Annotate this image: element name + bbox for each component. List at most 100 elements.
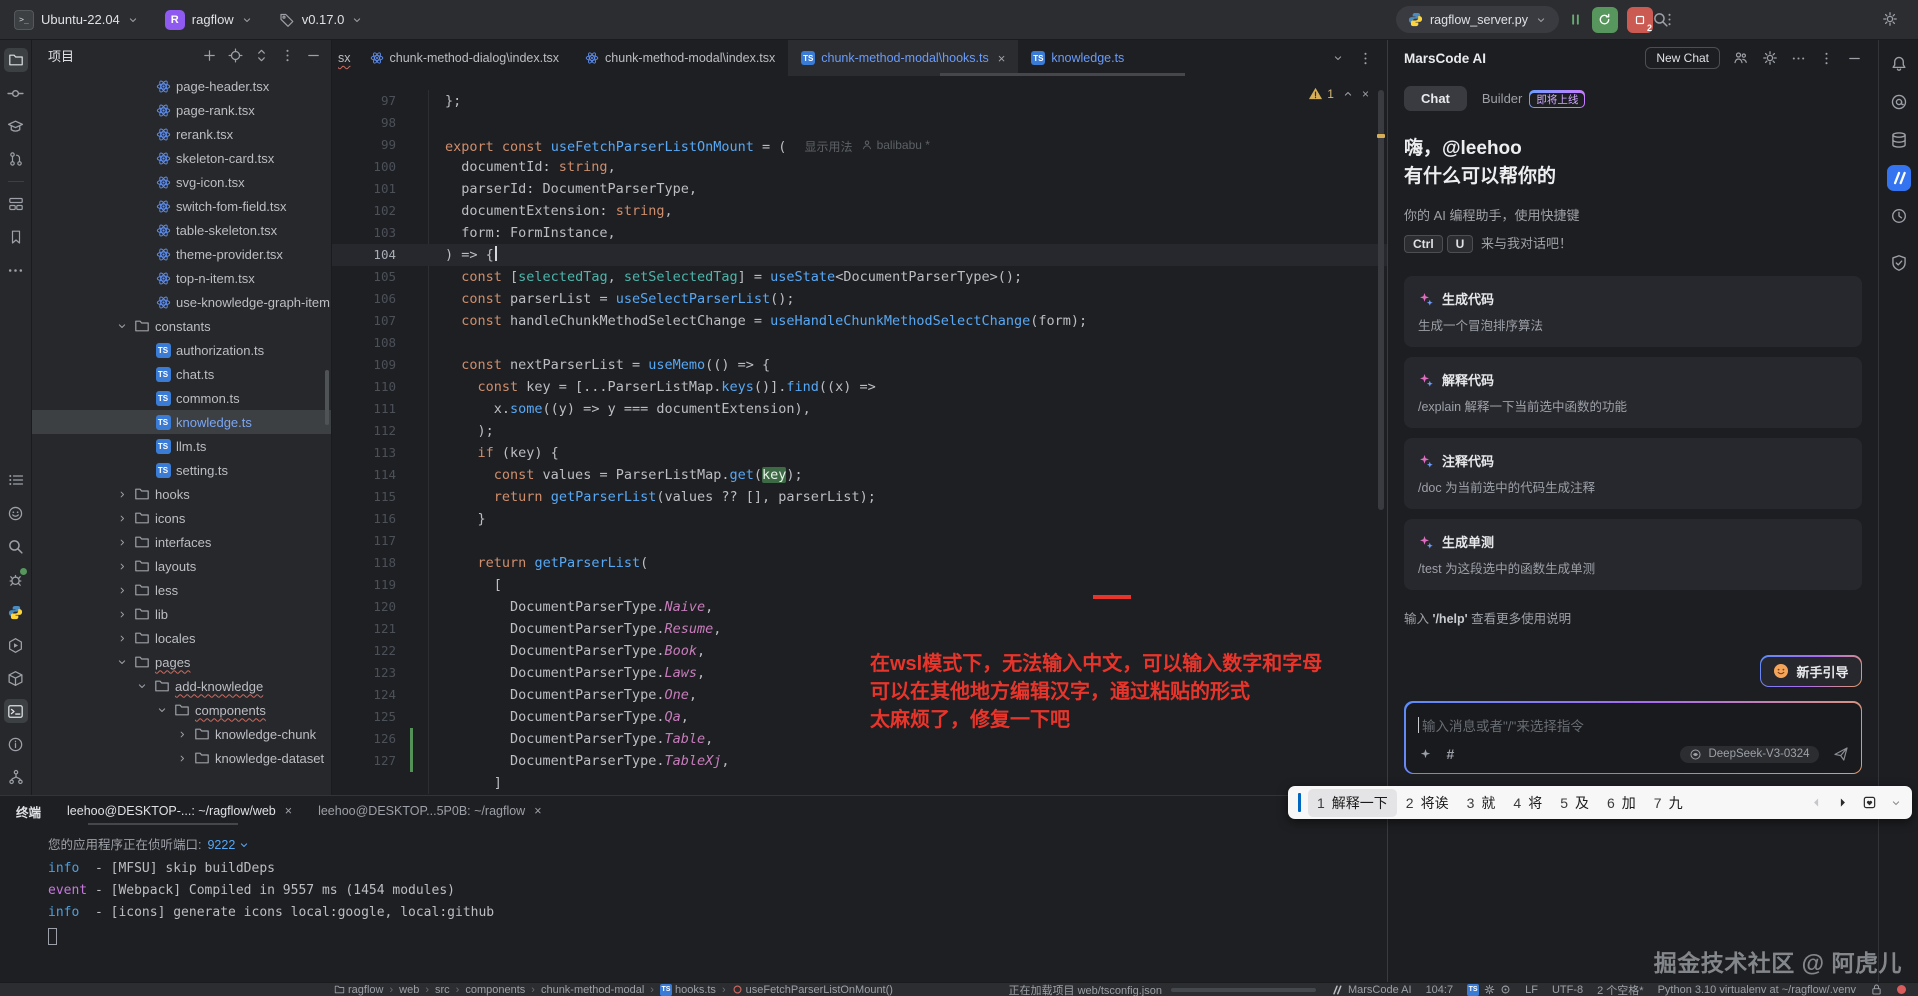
- pause-icon[interactable]: [1568, 12, 1583, 27]
- code-line[interactable]: 105 const [selectedTag, setSelectedTag] …: [332, 266, 1387, 288]
- ime-candidate-7[interactable]: 7九: [1645, 789, 1692, 817]
- project-folder-icon[interactable]: [4, 48, 28, 72]
- terminal-output[interactable]: 您的应用程序正在侦听端口: 9222 info - [MFSU] skip bu…: [0, 826, 1387, 945]
- tree-item-locales[interactable]: locales: [32, 626, 331, 650]
- gear-icon[interactable]: [1882, 11, 1898, 27]
- tree-item-table-skeletontsx[interactable]: table-skeleton.tsx: [32, 218, 331, 242]
- tree-toggle-icon[interactable]: [115, 537, 129, 548]
- pull-requests-icon[interactable]: [4, 147, 28, 171]
- services-icon[interactable]: [4, 633, 28, 657]
- tree-toggle-icon[interactable]: [175, 729, 189, 740]
- ai-suggestion-card-1[interactable]: 解释代码/explain 解释一下当前选中函数的功能: [1404, 357, 1862, 428]
- tree-toggle-icon[interactable]: [115, 513, 129, 524]
- terminal-icon[interactable]: [4, 699, 28, 723]
- tree-toggle-icon[interactable]: [135, 680, 149, 692]
- database-icon[interactable]: [1887, 128, 1911, 152]
- tab-chat[interactable]: Chat: [1404, 86, 1467, 111]
- code-line[interactable]: 119 [: [332, 574, 1387, 596]
- tab-scrollbar[interactable]: [940, 73, 1185, 76]
- search-icon[interactable]: [4, 534, 28, 558]
- ime-next-icon[interactable]: [1836, 796, 1849, 809]
- commands-icon[interactable]: [1418, 747, 1433, 762]
- panel-options-icon[interactable]: [280, 48, 295, 63]
- code-line[interactable]: 100 documentId: string,: [332, 156, 1387, 178]
- tree-toggle-icon[interactable]: [115, 633, 129, 644]
- bookmarks-icon[interactable]: [4, 225, 28, 249]
- code-line[interactable]: ]: [332, 772, 1387, 794]
- code-line[interactable]: 103 form: FormInstance,: [332, 222, 1387, 244]
- search-icon[interactable]: [1652, 11, 1669, 28]
- tree-item-constants[interactable]: constants: [32, 314, 331, 338]
- code-line[interactable]: 116 }: [332, 508, 1387, 530]
- learn-icon[interactable]: [4, 114, 28, 138]
- tab-options-icon[interactable]: [1358, 51, 1373, 66]
- ime-clipboard-icon[interactable]: [1862, 795, 1877, 810]
- problems-icon[interactable]: [4, 732, 28, 756]
- code-line[interactable]: 117: [332, 530, 1387, 552]
- code-line[interactable]: 120 DocumentParserType.Naive,: [332, 596, 1387, 618]
- editor-tab[interactable]: sx: [332, 40, 357, 76]
- code-line[interactable]: 98: [332, 112, 1387, 134]
- commit-icon[interactable]: [4, 81, 28, 105]
- tree-scrollbar[interactable]: [325, 370, 329, 425]
- code-line[interactable]: 104) => {: [332, 244, 1387, 266]
- editor-tab[interactable]: TSchunk-method-modal\hooks.ts×: [788, 40, 1018, 76]
- code-line[interactable]: 106 const parserList = useSelectParserLi…: [332, 288, 1387, 310]
- tree-item-authorizationts[interactable]: TSauthorization.ts: [32, 338, 331, 362]
- ai-suggestion-card-2[interactable]: 注释代码/doc 为当前选中的代码生成注释: [1404, 438, 1862, 509]
- editor-tab[interactable]: chunk-method-modal\index.tsx: [572, 40, 788, 76]
- breadcrumb-item[interactable]: useFetchParserListOnMount(): [732, 984, 893, 996]
- rerun-button[interactable]: [1592, 7, 1618, 33]
- tree-item-page-ranktsx[interactable]: page-rank.tsx: [32, 98, 331, 122]
- tree-item-page-headertsx[interactable]: page-header.tsx: [32, 74, 331, 98]
- tree-item-skeleton-cardtsx[interactable]: skeleton-card.tsx: [32, 146, 331, 170]
- tree-item-interfaces[interactable]: interfaces: [32, 530, 331, 554]
- lock-icon[interactable]: [1870, 983, 1883, 996]
- tree-toggle-icon[interactable]: [115, 561, 129, 572]
- close-icon[interactable]: ×: [998, 51, 1006, 66]
- chevron-down-icon[interactable]: [1890, 797, 1902, 809]
- code-line[interactable]: 114 const values = ParserListMap.get(key…: [332, 464, 1387, 486]
- dependencies-icon[interactable]: [4, 666, 28, 690]
- structure-icon[interactable]: [4, 192, 28, 216]
- more-horizontal-icon[interactable]: [1791, 51, 1806, 66]
- marscode-icon[interactable]: [1887, 166, 1911, 190]
- tab-list-dropdown-icon[interactable]: [1332, 52, 1344, 64]
- ime-candidate-4[interactable]: 4将: [1504, 789, 1551, 817]
- indent-style[interactable]: 2 个空格*: [1597, 982, 1643, 996]
- tree-item-knowledge-chunk[interactable]: knowledge-chunk: [32, 722, 331, 746]
- ime-prev-icon[interactable]: [1810, 796, 1823, 809]
- dependency-checker-icon[interactable]: [1887, 251, 1911, 275]
- ime-candidate-6[interactable]: 6加: [1598, 789, 1645, 817]
- code-line[interactable]: 99export const useFetchParserListOnMount…: [332, 134, 1387, 156]
- code-line[interactable]: 112 );: [332, 420, 1387, 442]
- history-icon[interactable]: [1887, 204, 1911, 228]
- marscode-status[interactable]: MarsCode AI: [1331, 984, 1412, 996]
- kebab-icon[interactable]: [1819, 51, 1834, 66]
- code-line[interactable]: 102 documentExtension: string,: [332, 200, 1387, 222]
- breadcrumb-item[interactable]: TShooks.ts: [660, 984, 716, 996]
- tree-toggle-icon[interactable]: [115, 585, 129, 596]
- tree-item-theme-providertsx[interactable]: theme-provider.tsx: [32, 242, 331, 266]
- file-encoding[interactable]: UTF-8: [1552, 984, 1583, 996]
- tree-toggle-icon[interactable]: [115, 656, 129, 668]
- plugin-status-icon[interactable]: [1484, 984, 1495, 995]
- breadcrumb-item[interactable]: components: [465, 984, 525, 996]
- breadcrumb-item[interactable]: web: [399, 984, 419, 996]
- tree-toggle-icon[interactable]: [115, 320, 129, 332]
- new-chat-button[interactable]: New Chat: [1645, 47, 1720, 69]
- version-control-icon[interactable]: [4, 765, 28, 789]
- ai-suggestion-card-0[interactable]: 生成代码生成一个冒泡排序算法: [1404, 276, 1862, 347]
- chat-input[interactable]: 输入消息或者"/"来选择指令 # DeepSeek-V3-0324: [1406, 703, 1861, 773]
- locate-file-icon[interactable]: [228, 48, 243, 63]
- code-line[interactable]: 101 parserId: DocumentParserType,: [332, 178, 1387, 200]
- ime-candidate-5[interactable]: 5及: [1551, 789, 1598, 817]
- tree-item-chatts[interactable]: TSchat.ts: [32, 362, 331, 386]
- tree-item-less[interactable]: less: [32, 578, 331, 602]
- todo-icon[interactable]: [4, 468, 28, 492]
- version-selector[interactable]: v0.17.0: [279, 12, 364, 28]
- tree-item-knowledgets[interactable]: TSknowledge.ts: [32, 410, 331, 434]
- tree-item-hooks[interactable]: hooks: [32, 482, 331, 506]
- code-line[interactable]: 115 return getParserList(values ?? [], p…: [332, 486, 1387, 508]
- tree-item-top-n-itemtsx[interactable]: top-n-item.tsx: [32, 266, 331, 290]
